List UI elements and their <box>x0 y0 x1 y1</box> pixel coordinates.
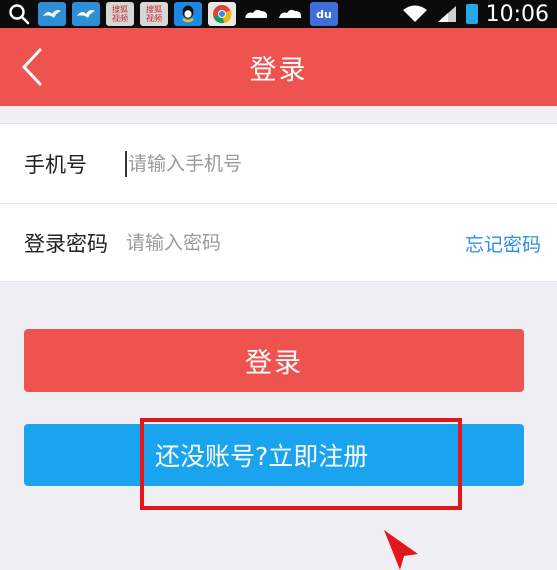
baidu-icon: du <box>310 2 338 26</box>
phone-label: 手机号 <box>24 152 87 177</box>
title-bar: 登录 <box>0 28 557 106</box>
baidu-label: du <box>316 7 332 21</box>
password-input[interactable] <box>126 223 465 263</box>
password-label: 登录密码 <box>24 232 108 256</box>
phone-input[interactable] <box>128 143 557 184</box>
back-button[interactable] <box>12 42 52 92</box>
cloud-icon <box>276 2 304 26</box>
pointer-arrow-annotation <box>384 530 418 570</box>
back-arrow-icon <box>22 48 42 86</box>
bird-app-icon <box>38 2 66 26</box>
chrome-icon <box>208 2 236 26</box>
system-tray: 10:06 <box>402 2 557 27</box>
login-button[interactable]: 登录 <box>24 329 524 392</box>
status-bar: 搜狐 视频 搜狐 视频 du 10:06 <box>0 0 557 28</box>
login-form: 手机号 登录密码 忘记密码 <box>0 123 557 282</box>
text-cursor <box>125 150 127 177</box>
battery-icon <box>465 4 478 24</box>
video-icon-label-top: 搜狐 <box>112 5 128 14</box>
qq-icon <box>174 2 202 26</box>
page-title: 登录 <box>249 54 308 86</box>
clock: 10:06 <box>485 1 549 27</box>
video-app-icon: 搜狐 视频 <box>106 2 134 26</box>
video-app-icon: 搜狐 视频 <box>140 2 168 26</box>
bird-app-icon <box>72 2 100 26</box>
video-icon-label-bottom: 视频 <box>146 14 162 23</box>
cloud-icon <box>242 2 270 26</box>
password-row: 登录密码 忘记密码 <box>0 203 557 282</box>
video-icon-label-bottom: 视频 <box>112 14 128 23</box>
phone-row: 手机号 <box>0 124 557 203</box>
notification-icons: 搜狐 视频 搜狐 视频 du <box>0 2 338 26</box>
video-icon-label-top: 搜狐 <box>146 5 162 14</box>
register-button[interactable]: 还没账号?立即注册 <box>24 424 524 486</box>
signal-icon <box>437 6 456 22</box>
forgot-password-link[interactable]: 忘记密码 <box>465 230 557 257</box>
wifi-icon <box>402 5 427 22</box>
search-icon <box>6 2 32 26</box>
